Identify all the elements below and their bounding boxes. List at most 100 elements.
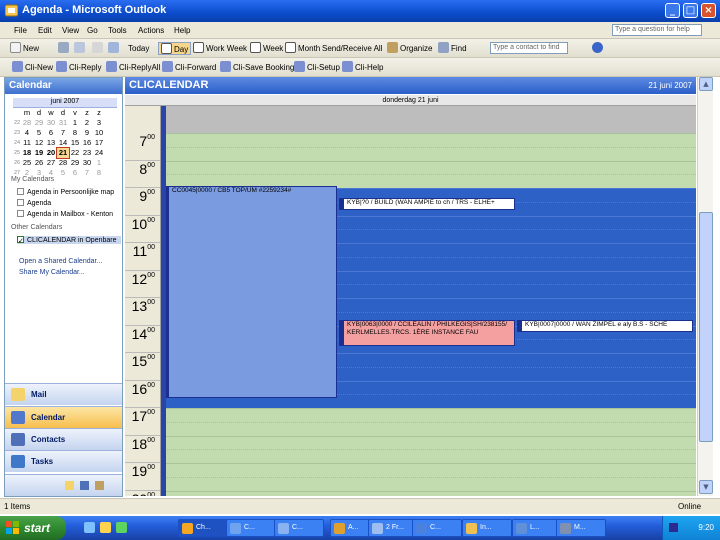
day-cell[interactable]: 26 <box>33 158 45 168</box>
day-cell[interactable]: 8 <box>93 168 105 178</box>
notes-icon[interactable] <box>65 481 74 490</box>
scroll-down-arrow[interactable]: ▼ <box>699 480 713 494</box>
maximize-button[interactable]: □ <box>683 3 698 18</box>
day-cell[interactable]: 10 <box>93 128 105 138</box>
cli-replyall-button[interactable]: Cli-ReplyAll <box>106 61 160 74</box>
time-slot[interactable] <box>161 146 696 161</box>
start-button[interactable]: start <box>0 516 66 540</box>
quick-launch-icon[interactable] <box>100 522 111 533</box>
day-cell[interactable]: 7 <box>81 168 93 178</box>
day-cell[interactable]: 5 <box>57 168 69 178</box>
day-cell[interactable]: 23 <box>81 148 93 158</box>
delete-icon[interactable] <box>92 42 105 55</box>
cli-forward-button[interactable]: Cli-Forward <box>162 61 216 74</box>
menu-tools[interactable]: Tools <box>108 26 127 35</box>
day-cell[interactable]: 15 <box>69 138 81 148</box>
day-cell[interactable]: 11 <box>21 138 33 148</box>
taskbar-button[interactable]: In... <box>462 519 512 537</box>
day-cell[interactable]: 13 <box>45 138 57 148</box>
scroll-up-arrow[interactable]: ▲ <box>699 77 713 91</box>
taskbar-button[interactable]: 2 Fr... <box>368 519 418 537</box>
scroll-thumb[interactable] <box>699 212 713 442</box>
taskbar-button[interactable]: M... <box>556 519 606 537</box>
vertical-scrollbar[interactable]: ▲ ▼ <box>697 77 713 496</box>
day-cell[interactable]: 18 <box>21 148 33 158</box>
today-button[interactable]: Today <box>128 42 149 55</box>
day-cell[interactable]: 1 <box>93 158 105 168</box>
time-slot[interactable] <box>161 490 696 496</box>
day-grid[interactable]: CC0045|0000 / CB5 TOP/UM #2259234# KYB|?0… <box>161 106 696 496</box>
day-cell[interactable]: 17 <box>93 138 105 148</box>
all-day-area[interactable] <box>161 106 696 133</box>
print-icon[interactable] <box>58 42 71 55</box>
day-cell[interactable]: 16 <box>81 138 93 148</box>
folder-list-icon[interactable] <box>80 481 89 490</box>
close-button[interactable]: × <box>701 3 716 18</box>
day-cell[interactable]: 21 <box>56 147 70 159</box>
day-cell[interactable]: 28 <box>57 158 69 168</box>
appointment[interactable]: KYB|0007|0000 / WAN ZIMPEL e aly B.S - S… <box>517 320 693 332</box>
time-slot[interactable] <box>161 408 696 422</box>
day-cell[interactable]: 1 <box>69 118 81 128</box>
month-button[interactable]: Month <box>285 42 320 55</box>
addressbook-icon[interactable] <box>108 42 121 55</box>
menu-actions[interactable]: Actions <box>138 26 164 35</box>
day-cell[interactable]: 12 <box>33 138 45 148</box>
day-view-button[interactable]: Day <box>158 42 192 55</box>
send-receive-button[interactable]: Send/Receive All <box>322 42 382 55</box>
minimize-button[interactable]: _ <box>665 3 680 18</box>
menu-go[interactable]: Go <box>87 26 98 35</box>
taskbar-button[interactable]: L... <box>512 519 562 537</box>
day-cell[interactable]: 9 <box>81 128 93 138</box>
day-cell[interactable]: 8 <box>69 128 81 138</box>
calendar-item[interactable]: Agenda <box>17 199 121 207</box>
day-cell[interactable]: 5 <box>33 128 45 138</box>
day-cell[interactable]: 24 <box>93 148 105 158</box>
day-cell[interactable]: 20 <box>45 148 57 158</box>
time-slot[interactable] <box>161 449 696 463</box>
time-slot[interactable] <box>161 463 696 477</box>
find-button[interactable]: Find <box>438 42 467 55</box>
menu-view[interactable]: View <box>62 26 79 35</box>
day-cell[interactable]: 14 <box>57 138 69 148</box>
calendar-item[interactable]: Agenda in Persoonlijke map <box>17 188 121 196</box>
menu-edit[interactable]: Edit <box>38 26 52 35</box>
day-cell[interactable]: 29 <box>33 118 45 128</box>
work-week-button[interactable]: Work Week <box>193 42 247 55</box>
appointment[interactable]: CC0045|0000 / CB5 TOP/UM #2259234# <box>164 186 337 398</box>
day-cell[interactable]: 31 <box>57 118 69 128</box>
week-button[interactable]: Week <box>250 42 283 55</box>
nav-calendar-button[interactable]: Calendar <box>5 406 122 428</box>
find-contact-input[interactable]: Type a contact to find <box>490 42 568 54</box>
day-cell[interactable]: 27 <box>45 158 57 168</box>
menu-help[interactable]: Help <box>174 26 190 35</box>
nav-contacts-button[interactable]: Contacts <box>5 428 122 450</box>
day-cell[interactable]: 19 <box>33 148 45 158</box>
appointment[interactable]: KYB|0063|0000 / CCILEALIN / PHILKEGIS|SH… <box>339 320 515 346</box>
share-my-calendar-link[interactable]: Share My Calendar... <box>19 269 85 276</box>
appointment[interactable]: KYB|?0 / BUILD (WAN AMPIE to ch / TRS - … <box>339 198 515 210</box>
time-slot[interactable] <box>161 435 696 450</box>
day-cell[interactable]: 2 <box>81 118 93 128</box>
help-icon[interactable] <box>592 42 605 55</box>
day-cell[interactable]: 28 <box>21 118 33 128</box>
day-cell[interactable]: 7 <box>57 128 69 138</box>
calendar-item-clicalendar[interactable]: ✓ CLICALENDAR in Openbare <box>17 236 121 244</box>
day-cell[interactable]: 4 <box>21 128 33 138</box>
day-header[interactable]: donderdag 21 juni <box>125 95 696 106</box>
cli-setup-button[interactable]: Cli-Setup <box>294 61 340 74</box>
new-button[interactable]: New <box>10 42 39 55</box>
tray-icon[interactable] <box>669 523 678 532</box>
time-slot[interactable] <box>161 421 696 436</box>
taskbar-button[interactable]: C... <box>412 519 462 537</box>
time-slot[interactable] <box>161 160 696 175</box>
menu-file[interactable]: File <box>14 26 27 35</box>
day-cell[interactable]: 6 <box>69 168 81 178</box>
taskbar-button[interactable]: Ch... <box>178 519 228 537</box>
day-cell[interactable]: 6 <box>45 128 57 138</box>
time-slot[interactable] <box>161 476 696 491</box>
cli-save-booking-button[interactable]: Cli-Save Booking <box>220 61 294 74</box>
organize-button[interactable]: Organize <box>387 42 432 55</box>
cli-new-button[interactable]: Cli-New <box>12 61 53 74</box>
shortcuts-icon[interactable] <box>95 481 104 490</box>
